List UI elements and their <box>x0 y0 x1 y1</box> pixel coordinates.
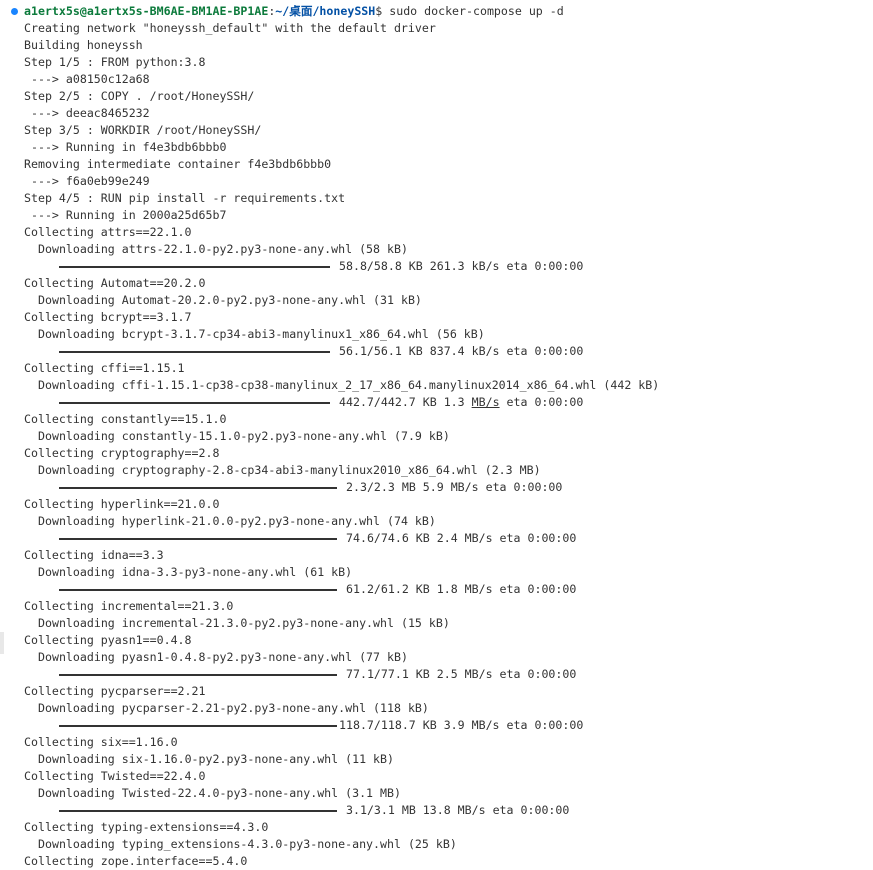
progress-bar <box>59 589 337 591</box>
progress-bar <box>59 266 330 268</box>
gutter-marker <box>0 632 4 654</box>
downloading-line: Downloading pyasn1-0.4.8-py2.py3-none-an… <box>38 650 408 664</box>
output-line: Step 2/5 : COPY . /root/HoneySSH/ <box>24 89 255 103</box>
progress-stats: 74.6/74.6 KB 2.4 MB/s eta 0:00:00 <box>346 531 577 545</box>
downloading-line: Downloading idna-3.3-py3-none-any.whl (6… <box>38 565 353 579</box>
progress-stats-eta: eta 0:00:00 <box>499 395 584 409</box>
progress-bar <box>59 810 337 812</box>
downloading-line: Downloading incremental-21.3.0-py2.py3-n… <box>38 616 450 630</box>
downloading-line: Downloading constantly-15.1.0-py2.py3-no… <box>38 429 450 443</box>
downloading-line: Downloading attrs-22.1.0-py2.py3-none-an… <box>38 242 408 256</box>
output-line: Creating network "honeyssh_default" with… <box>24 21 436 35</box>
terminal-output[interactable]: a1ertx5s@a1ertx5s-BM6AE-BM1AE-BP1AE:~/桌面… <box>0 0 873 870</box>
progress-stats: 118.7/118.7 KB 3.9 MB/s eta 0:00:00 <box>339 718 584 732</box>
downloading-line: Downloading Twisted-22.4.0-py3-none-any.… <box>38 786 401 800</box>
collecting-line: Collecting pycparser==2.21 <box>24 684 206 698</box>
collecting-line: Collecting Automat==20.2.0 <box>24 276 206 290</box>
output-line: Step 3/5 : WORKDIR /root/HoneySSH/ <box>24 123 262 137</box>
prompt-line: a1ertx5s@a1ertx5s-BM6AE-BM1AE-BP1AE:~/桌面… <box>24 3 564 20</box>
downloading-line: Downloading typing_extensions-4.3.0-py3-… <box>38 837 457 851</box>
downloading-line: Downloading cryptography-2.8-cp34-abi3-m… <box>38 463 541 477</box>
downloading-line: Downloading bcrypt-3.1.7-cp34-abi3-manyl… <box>38 327 485 341</box>
progress-bar <box>59 487 337 489</box>
output-line: Removing intermediate container f4e3bdb6… <box>24 157 332 171</box>
output-line: ---> Running in f4e3bdb6bbb0 <box>24 140 227 154</box>
progress-stats-unit-link[interactable]: MB/s <box>472 395 500 409</box>
downloading-line: Downloading pycparser-2.21-py2.py3-none-… <box>38 701 429 715</box>
progress-bar <box>59 674 337 676</box>
progress-stats: 56.1/56.1 KB 837.4 kB/s eta 0:00:00 <box>339 344 584 358</box>
progress-stats: 58.8/58.8 KB 261.3 kB/s eta 0:00:00 <box>339 259 584 273</box>
output-line: Step 4/5 : RUN pip install -r requiremen… <box>24 191 346 205</box>
command-status-dot-icon[interactable] <box>11 8 18 15</box>
downloading-line: Downloading hyperlink-21.0.0-py2.py3-non… <box>38 514 436 528</box>
collecting-line: Collecting idna==3.3 <box>24 548 164 562</box>
progress-stats: 2.3/2.3 MB 5.9 MB/s eta 0:00:00 <box>346 480 563 494</box>
output-line: ---> deeac8465232 <box>24 106 150 120</box>
collecting-line: Collecting pyasn1==0.4.8 <box>24 633 192 647</box>
progress-bar <box>59 351 330 353</box>
output-line: Step 1/5 : FROM python:3.8 <box>24 55 206 69</box>
collecting-line: Collecting zope.interface==5.4.0 <box>24 854 248 868</box>
collecting-line: Collecting cffi==1.15.1 <box>24 361 185 375</box>
output-line: ---> Running in 2000a25d65b7 <box>24 208 227 222</box>
prompt-user-host: a1ertx5s@a1ertx5s-BM6AE-BM1AE-BP1AE <box>24 4 269 18</box>
collecting-line: Collecting attrs==22.1.0 <box>24 225 192 239</box>
output-line: ---> f6a0eb99e249 <box>24 174 150 188</box>
downloading-line: Downloading Automat-20.2.0-py2.py3-none-… <box>38 293 422 307</box>
progress-stats-size: 442.7/442.7 KB 1.3 <box>339 395 472 409</box>
output-line: Building honeyssh <box>24 38 143 52</box>
prompt-path: ~/桌面/honeySSH <box>275 4 376 18</box>
collecting-line: Collecting typing-extensions==4.3.0 <box>24 820 269 834</box>
prompt-command: sudo docker-compose up -d <box>382 4 564 18</box>
collecting-line: Collecting six==1.16.0 <box>24 735 178 749</box>
progress-bar <box>59 402 330 404</box>
collecting-line: Collecting hyperlink==21.0.0 <box>24 497 220 511</box>
collecting-line: Collecting Twisted==22.4.0 <box>24 769 206 783</box>
downloading-line: Downloading six-1.16.0-py2.py3-none-any.… <box>38 752 394 766</box>
progress-stats: 61.2/61.2 KB 1.8 MB/s eta 0:00:00 <box>346 582 577 596</box>
progress-stats: 442.7/442.7 KB 1.3 MB/s eta 0:00:00 <box>339 394 583 411</box>
collecting-line: Collecting constantly==15.1.0 <box>24 412 227 426</box>
collecting-line: Collecting cryptography==2.8 <box>24 446 220 460</box>
progress-bar <box>59 538 337 540</box>
output-line: ---> a08150c12a68 <box>24 72 150 86</box>
progress-stats: 3.1/3.1 MB 13.8 MB/s eta 0:00:00 <box>346 803 570 817</box>
downloading-line: Downloading cffi-1.15.1-cp38-cp38-manyli… <box>38 378 660 392</box>
collecting-line: Collecting bcrypt==3.1.7 <box>24 310 192 324</box>
progress-bar <box>59 725 337 727</box>
progress-stats: 77.1/77.1 KB 2.5 MB/s eta 0:00:00 <box>346 667 577 681</box>
collecting-line: Collecting incremental==21.3.0 <box>24 599 234 613</box>
